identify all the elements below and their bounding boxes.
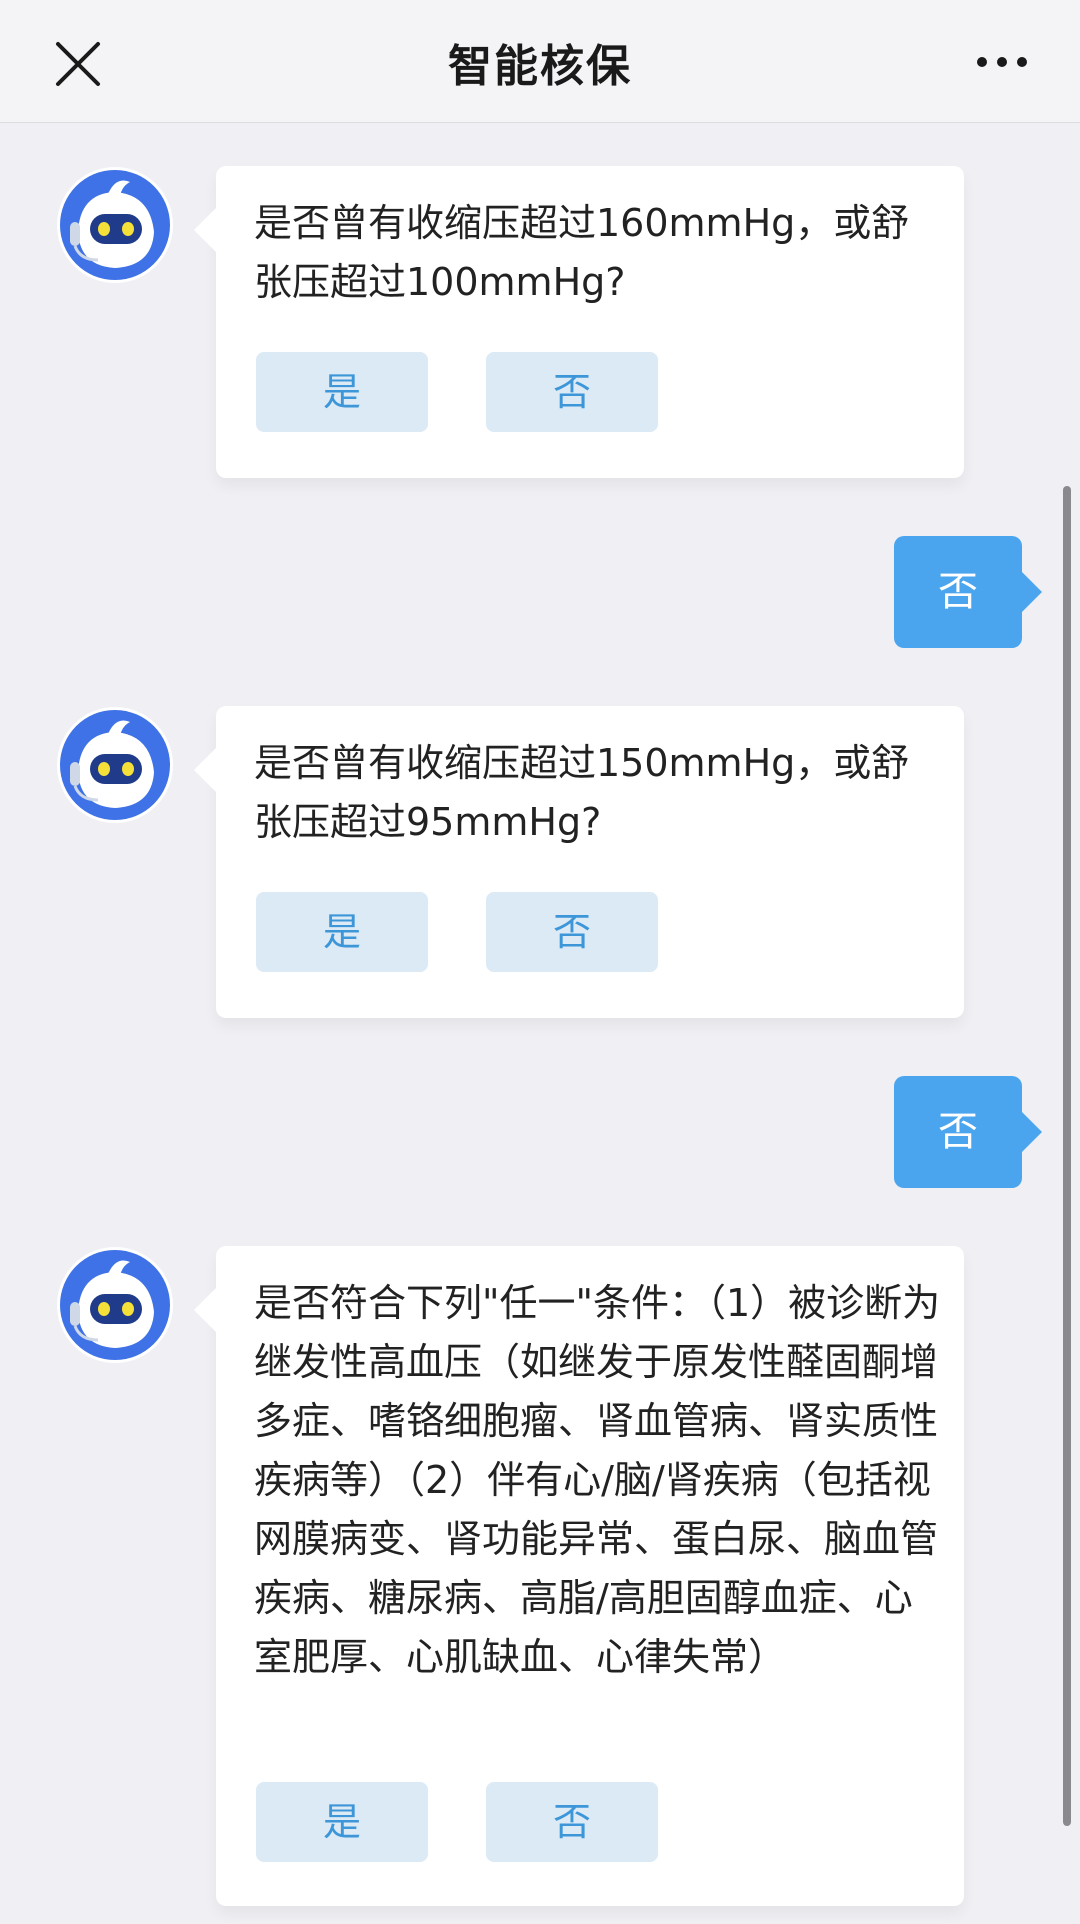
no-button[interactable]: 否 xyxy=(486,892,658,972)
yes-button[interactable]: 是 xyxy=(256,1782,428,1862)
page-title: 智能核保 xyxy=(448,41,632,92)
yes-button[interactable]: 是 xyxy=(256,892,428,972)
bot-message-bubble: 是否曾有收缩压超过160mmHg，或舒张压超过100mmHg? 是 否 xyxy=(194,166,964,478)
robot-avatar-icon xyxy=(56,166,174,284)
robot-avatar-icon xyxy=(56,706,174,824)
question-text: 是否符合下列"任一"条件：（1）被诊断为继发性高血压（如继发于原发性醛固酮增多症… xyxy=(254,1281,941,1679)
no-button[interactable]: 否 xyxy=(486,1782,658,1862)
bot-message-bubble: 是否曾有收缩压超过150mmHg，或舒张压超过95mmHg? 是 否 xyxy=(194,706,964,1018)
nav-bar: 智能核保 xyxy=(0,0,1080,123)
robot-avatar-icon xyxy=(56,1246,174,1364)
user-reply-bubble: 否 xyxy=(894,536,1042,648)
more-icon[interactable] xyxy=(974,48,1030,76)
scrollbar[interactable] xyxy=(1063,486,1071,1826)
bot-message-bubble: 是否符合下列"任一"条件：（1）被诊断为继发性高血压（如继发于原发性醛固酮增多症… xyxy=(194,1246,964,1906)
yes-button[interactable]: 是 xyxy=(256,352,428,432)
question-text: 是否曾有收缩压超过160mmHg，或舒张压超过100mmHg? xyxy=(254,201,910,304)
no-button[interactable]: 否 xyxy=(486,352,658,432)
user-reply-bubble: 否 xyxy=(894,1076,1042,1188)
question-text: 是否曾有收缩压超过150mmHg，或舒张压超过95mmHg? xyxy=(254,741,910,844)
